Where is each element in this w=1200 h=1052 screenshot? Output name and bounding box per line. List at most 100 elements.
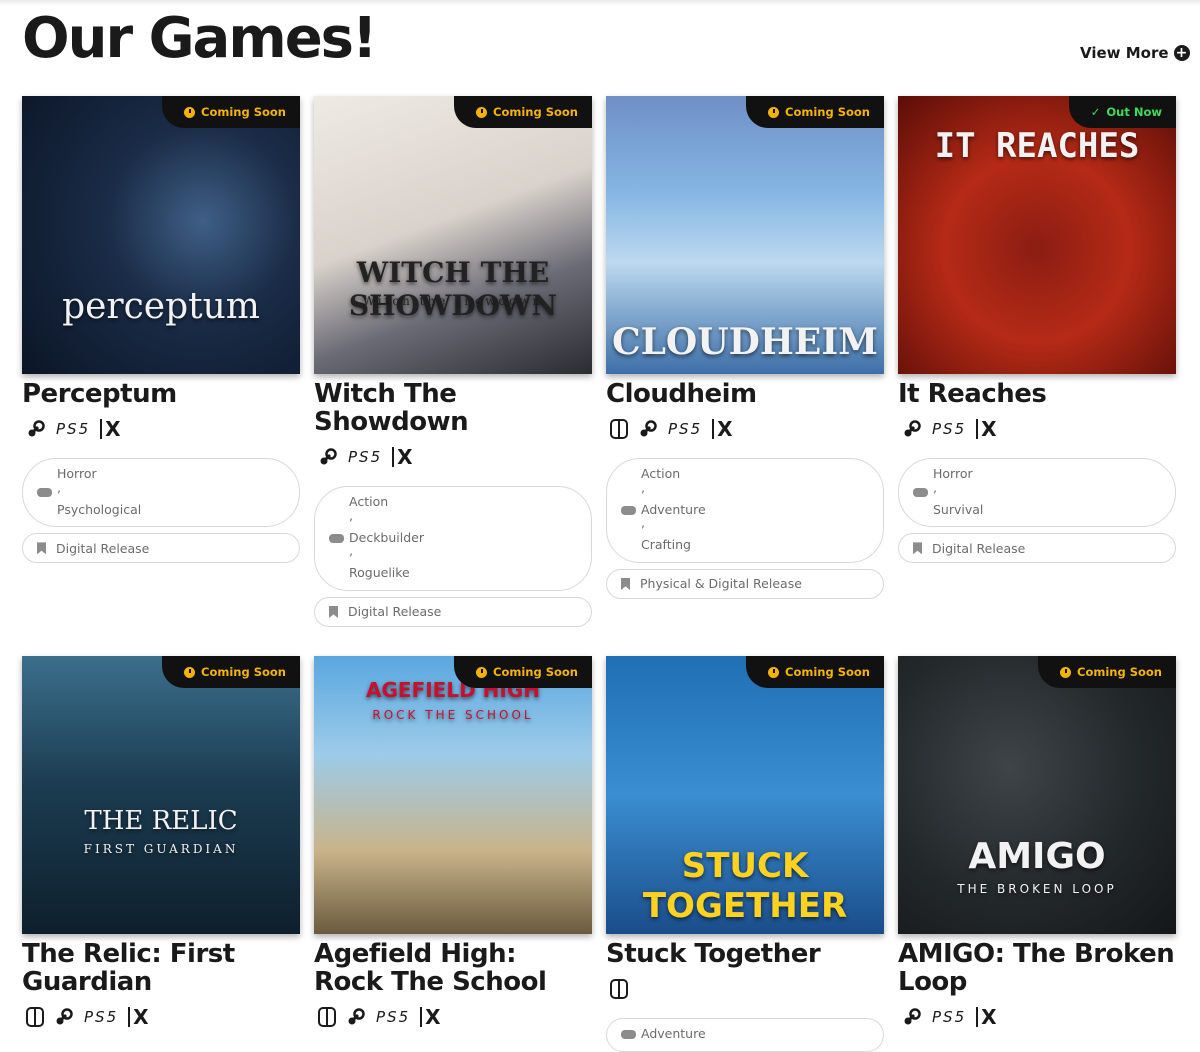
status-badge: Coming Soon bbox=[454, 96, 592, 128]
game-card[interactable]: STUCK TOGETHER Coming Soon Stuck Together A… bbox=[606, 656, 884, 1052]
clock-icon bbox=[476, 106, 488, 118]
release-type-tag: Digital Release bbox=[314, 596, 592, 627]
game-card[interactable]: WITCH THE SHOWDOWN Witch the showdown Comi… bbox=[314, 96, 592, 627]
genre-tags: Action, Deckbuilder, Roguelike bbox=[314, 486, 592, 591]
xbox-series-x-icon: X bbox=[712, 419, 733, 439]
steam-icon bbox=[26, 419, 46, 439]
clock-icon bbox=[1060, 666, 1072, 678]
genre-separator: , bbox=[57, 479, 61, 495]
genre-tag: Deckbuilder bbox=[349, 529, 424, 545]
status-badge: Coming Soon bbox=[454, 656, 592, 688]
cover-art bbox=[22, 656, 300, 934]
game-cover-image[interactable]: THE RELIC FIRST GUARDIAN Coming Soon bbox=[22, 656, 300, 934]
genre-tag: Survival bbox=[933, 501, 984, 517]
bookmark-icon bbox=[329, 605, 338, 618]
game-title[interactable]: The Relic: First Guardian bbox=[22, 940, 300, 996]
game-title[interactable]: AMIGO: The Broken Loop bbox=[898, 940, 1176, 996]
release-type-label: Digital Release bbox=[56, 540, 150, 556]
cover-logo-text: WITCH THE SHOWDOWN bbox=[348, 256, 558, 322]
game-card[interactable]: CLOUDHEIM Coming Soon Cloudheim PS5 X Action,… bbox=[606, 96, 884, 599]
game-title[interactable]: Stuck Together bbox=[606, 940, 884, 968]
cover-logo-text: AMIGO bbox=[968, 836, 1106, 877]
cover-logo-text: IT REACHES bbox=[934, 126, 1140, 166]
genre-separator: , bbox=[641, 479, 645, 495]
game-cover-image[interactable]: AMIGO THE BROKEN LOOP Coming Soon bbox=[898, 656, 1176, 934]
game-card[interactable]: IT REACHES ✓ Out Now It Reaches PS5 X Horror, S… bbox=[898, 96, 1176, 564]
bookmark-icon bbox=[37, 542, 46, 555]
genre-tags: Adventure bbox=[606, 1018, 884, 1052]
bookmark-icon bbox=[621, 577, 630, 590]
steam-icon bbox=[902, 419, 922, 439]
nintendo-switch-icon bbox=[26, 1007, 44, 1027]
genre-tag: Action bbox=[641, 466, 681, 481]
release-type-label: Digital Release bbox=[932, 540, 1026, 556]
cover-subtitle-text: THE BROKEN LOOP bbox=[957, 882, 1117, 896]
release-type-tag: Digital Release bbox=[22, 533, 300, 564]
clock-icon bbox=[768, 106, 780, 118]
release-type-label: Digital Release bbox=[348, 604, 442, 620]
game-cover-image[interactable]: AGEFIELD HIGH ROCK THE SCHOOL Coming Soon bbox=[314, 656, 592, 934]
platform-list: PS5 X bbox=[898, 1004, 1176, 1030]
xbox-series-x-icon: X bbox=[420, 1007, 441, 1027]
nintendo-switch-icon bbox=[610, 419, 628, 439]
cover-subtitle-text: Witch the showdown bbox=[362, 294, 544, 308]
gamepad-icon bbox=[329, 533, 344, 543]
platform-list bbox=[606, 976, 884, 1002]
game-title[interactable]: It Reaches bbox=[898, 380, 1176, 408]
game-card[interactable]: AGEFIELD HIGH ROCK THE SCHOOL Coming Soon A… bbox=[314, 656, 592, 1030]
release-type-tag: Physical & Digital Release bbox=[606, 568, 884, 599]
status-badge-label: Coming Soon bbox=[493, 665, 578, 679]
game-title[interactable]: Perceptum bbox=[22, 380, 300, 408]
genre-tag: Psychological bbox=[57, 501, 142, 517]
game-cover-image[interactable]: WITCH THE SHOWDOWN Witch the showdown Comi… bbox=[314, 96, 592, 374]
ps5-icon: PS5 bbox=[376, 1008, 411, 1026]
game-cover-image[interactable]: perceptum Coming Soon bbox=[22, 96, 300, 374]
clock-icon bbox=[184, 106, 196, 118]
game-card[interactable]: perceptum Coming Soon Perceptum PS5 X Horror,… bbox=[22, 96, 300, 564]
genre-tags: Horror, Psychological bbox=[22, 458, 300, 528]
nintendo-switch-icon bbox=[610, 979, 628, 999]
genre-tag: Roguelike bbox=[349, 565, 410, 581]
game-cover-image[interactable]: CLOUDHEIM Coming Soon bbox=[606, 96, 884, 374]
genre-separator: , bbox=[349, 543, 353, 559]
game-title[interactable]: Cloudheim bbox=[606, 380, 884, 408]
status-badge-label: Coming Soon bbox=[785, 105, 870, 119]
cover-subtitle-text: ROCK THE SCHOOL bbox=[372, 708, 534, 722]
game-cover-image[interactable]: STUCK TOGETHER Coming Soon bbox=[606, 656, 884, 934]
nintendo-switch-icon bbox=[318, 1007, 336, 1027]
clock-icon bbox=[768, 666, 780, 678]
genre-tag: Horror bbox=[933, 466, 973, 481]
platform-list: PS5 X bbox=[22, 1004, 300, 1030]
status-badge-label: Coming Soon bbox=[201, 105, 286, 119]
status-badge-label: Coming Soon bbox=[493, 105, 578, 119]
game-card[interactable]: THE RELIC FIRST GUARDIAN Coming Soon The Re… bbox=[22, 656, 300, 1030]
ps5-icon: PS5 bbox=[348, 448, 383, 466]
steam-icon bbox=[318, 447, 338, 467]
genre-separator: , bbox=[933, 479, 937, 495]
bookmark-icon bbox=[913, 542, 922, 555]
genre-tag: Crafting bbox=[641, 537, 691, 553]
steam-icon bbox=[902, 1007, 922, 1027]
platform-list: PS5 X bbox=[22, 416, 300, 442]
game-cover-image[interactable]: IT REACHES ✓ Out Now bbox=[898, 96, 1176, 374]
game-title[interactable]: Witch The Showdown bbox=[314, 380, 592, 436]
steam-icon bbox=[638, 419, 658, 439]
gamepad-icon bbox=[621, 505, 636, 515]
genre-separator: , bbox=[641, 515, 645, 531]
genre-tag: Horror bbox=[57, 466, 97, 481]
platform-list: PS5 X bbox=[898, 416, 1176, 442]
status-badge: Coming Soon bbox=[746, 96, 884, 128]
cover-logo-text: CLOUDHEIM bbox=[611, 321, 879, 363]
xbox-series-x-icon: X bbox=[976, 419, 997, 439]
status-badge: Coming Soon bbox=[162, 96, 300, 128]
ps5-icon: PS5 bbox=[668, 420, 703, 438]
status-badge-label: Coming Soon bbox=[201, 665, 286, 679]
game-title[interactable]: Agefield High: Rock The School bbox=[314, 940, 592, 996]
genre-tag: Adventure bbox=[641, 1026, 706, 1041]
release-type-tag: Digital Release bbox=[898, 533, 1176, 564]
game-card[interactable]: AMIGO THE BROKEN LOOP Coming Soon AMIGO: Th… bbox=[898, 656, 1176, 1030]
platform-list: PS5 X bbox=[606, 416, 884, 442]
xbox-series-x-icon: X bbox=[100, 419, 121, 439]
gamepad-icon bbox=[621, 1029, 636, 1039]
xbox-series-x-icon: X bbox=[392, 447, 413, 467]
